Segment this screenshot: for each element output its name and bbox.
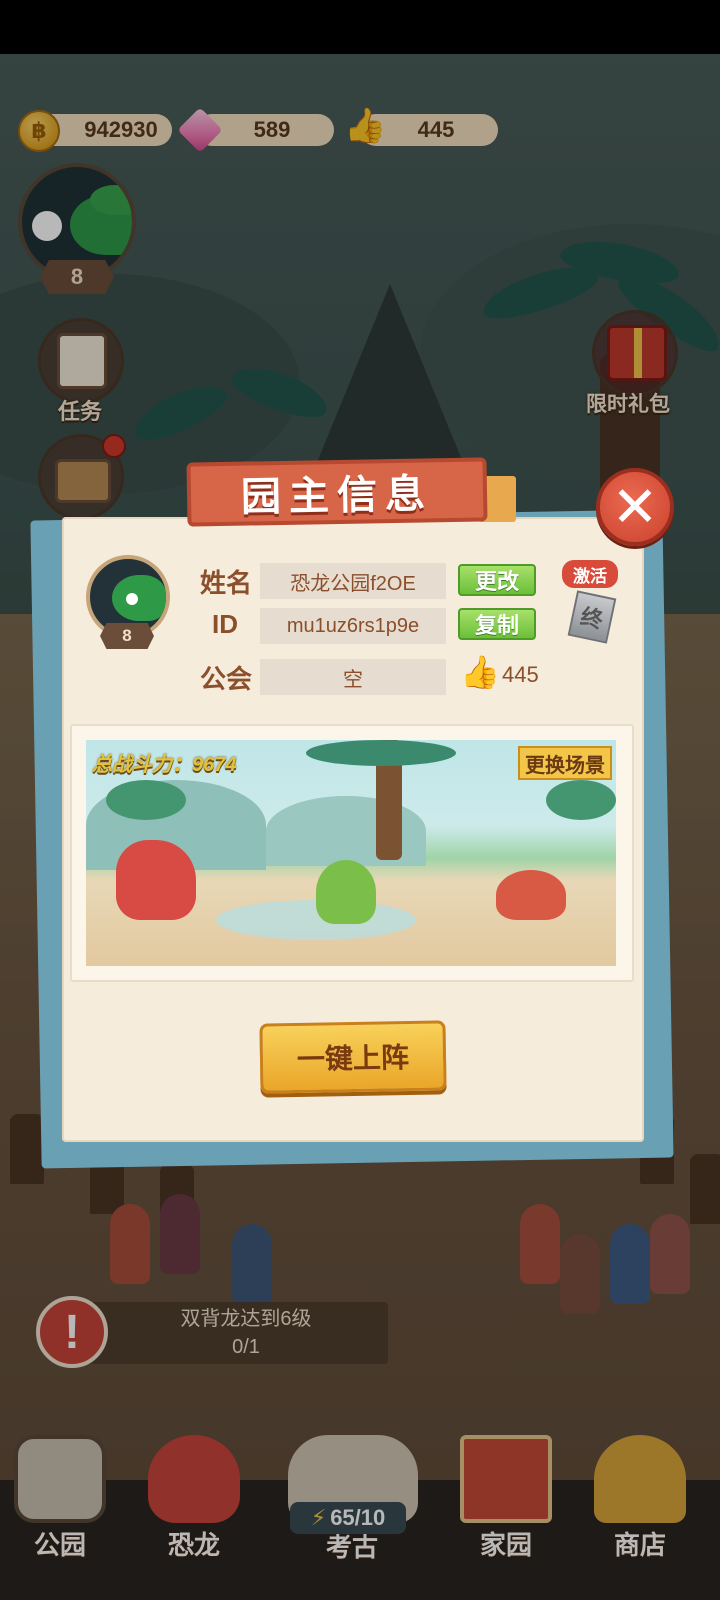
id-label: ID [212,609,238,639]
raptor-icon [496,870,566,920]
activate-badge[interactable]: 激活 [562,560,618,588]
close-icon: ✕ [611,475,659,538]
guild-label: 公会 [200,664,253,694]
id-field: mu1uz6rs1p9e [260,608,446,644]
total-power: 总战斗力：9674 [92,754,237,776]
red-dragon-icon [116,840,196,920]
name-field: 恐龙公园f2OE [260,563,446,599]
name-label: 姓名 [200,568,253,598]
modal-title: 园主信息 [186,457,488,527]
guild-field: 空 [260,659,446,695]
change-scene-button[interactable]: 更换场景 [518,746,612,780]
profile-likes: 445 [502,662,539,687]
close-button[interactable]: ✕ [596,468,674,546]
thumbs-up-icon: 👍 [460,654,500,690]
profile-level: 8 [100,623,154,649]
copy-id-button[interactable]: 复制 [458,608,536,640]
green-dinosaur-icon [316,860,376,924]
status-bar [0,0,720,54]
rename-button[interactable]: 更改 [458,564,536,596]
one-click-deploy-button[interactable]: 一键上阵 [259,1020,447,1094]
